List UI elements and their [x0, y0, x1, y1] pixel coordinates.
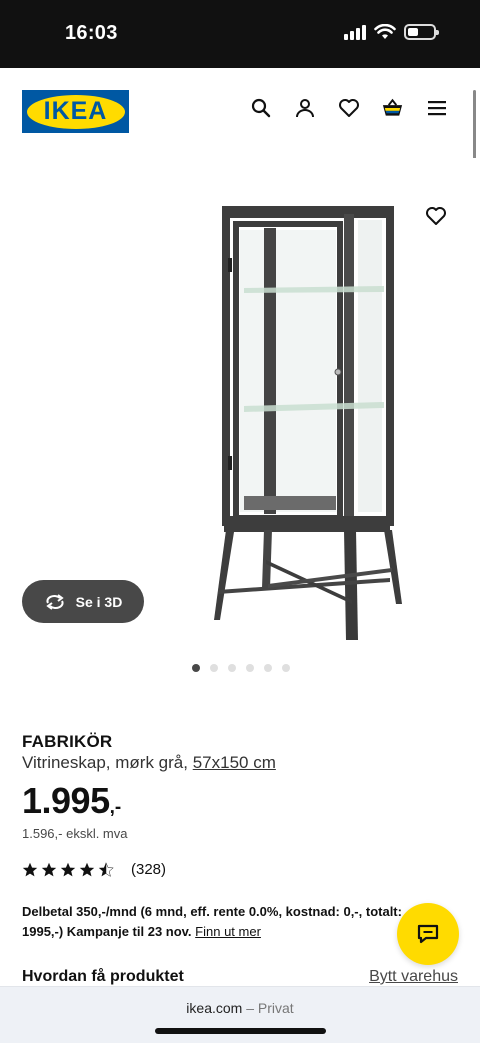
- gallery-dot[interactable]: [264, 664, 272, 672]
- heart-icon[interactable]: [337, 96, 360, 119]
- cart-icon[interactable]: [381, 96, 404, 119]
- financing-campaign: 1995,-) Kampanje til 23 nov.: [22, 924, 192, 939]
- price-suffix: ,-: [109, 797, 122, 818]
- chat-icon: [417, 924, 439, 944]
- product-name: FABRIKÖR: [22, 732, 113, 751]
- gallery-dot[interactable]: [210, 664, 218, 672]
- signal-icon: [344, 24, 366, 40]
- financing-link[interactable]: Finn ut mer: [195, 924, 261, 939]
- rating-count: (328): [131, 861, 167, 878]
- search-icon[interactable]: [249, 96, 272, 119]
- price-excl-vat: 1.596,- ekskl. mva: [22, 826, 128, 841]
- financing-line-1: Delbetal 350,-/mnd (6 mnd, eff. rente 0.…: [22, 904, 402, 919]
- header-icons: [249, 96, 448, 119]
- view-in-3d-label: Se i 3D: [75, 593, 123, 610]
- price-amount: 1.995: [22, 780, 110, 821]
- browsing-mode: Privat: [257, 1000, 294, 1016]
- product-price: 1.995 ,-: [22, 780, 121, 822]
- product-size-link[interactable]: 57x150 cm: [193, 753, 276, 772]
- gallery-dot[interactable]: [246, 664, 254, 672]
- add-to-favourites-icon[interactable]: [425, 205, 447, 227]
- star-icon: [79, 862, 95, 876]
- view-in-3d-button[interactable]: Se i 3D: [22, 580, 144, 623]
- gallery-dot[interactable]: [228, 664, 236, 672]
- half-star-icon: [98, 862, 114, 877]
- browser-url[interactable]: ikea.com – Privat: [0, 1000, 480, 1016]
- chat-button[interactable]: [397, 903, 459, 965]
- star-icon: [22, 862, 38, 876]
- delivery-heading: Hvordan få produktet: [22, 968, 184, 985]
- logo-text: IKEA: [43, 97, 108, 125]
- gallery-pagination: [192, 664, 290, 672]
- financing-line-2: 1995,-) Kampanje til 23 nov. Finn ut mer: [22, 922, 442, 942]
- battery-icon: [404, 24, 439, 40]
- ikea-logo[interactable]: IKEA: [22, 90, 129, 133]
- url-domain: ikea.com: [186, 1000, 243, 1016]
- status-bar: 16:03: [0, 0, 480, 68]
- home-indicator[interactable]: [155, 1028, 326, 1034]
- product-rating[interactable]: (328): [22, 861, 166, 878]
- menu-icon[interactable]: [425, 96, 448, 119]
- product-description: Vitrineskap, mørk grå, 57x150 cm: [22, 753, 276, 773]
- product-type: Vitrineskap, mørk grå,: [22, 753, 188, 772]
- financing-info: Delbetal 350,-/mnd (6 mnd, eff. rente 0.…: [22, 902, 442, 942]
- change-store-link[interactable]: Bytt varehus: [369, 968, 458, 986]
- star-icon: [60, 862, 76, 876]
- user-icon[interactable]: [293, 96, 316, 119]
- gallery-dot[interactable]: [282, 664, 290, 672]
- star-icon: [41, 862, 57, 876]
- url-separator: –: [246, 1000, 255, 1016]
- status-time: 16:03: [65, 22, 118, 44]
- rotate-3d-icon: [45, 593, 64, 610]
- wifi-icon: [374, 24, 396, 39]
- gallery-dot[interactable]: [192, 664, 200, 672]
- browser-address-bar[interactable]: ikea.com – Privat: [0, 986, 480, 1043]
- site-header: IKEA: [0, 68, 480, 158]
- status-icons: [344, 24, 439, 40]
